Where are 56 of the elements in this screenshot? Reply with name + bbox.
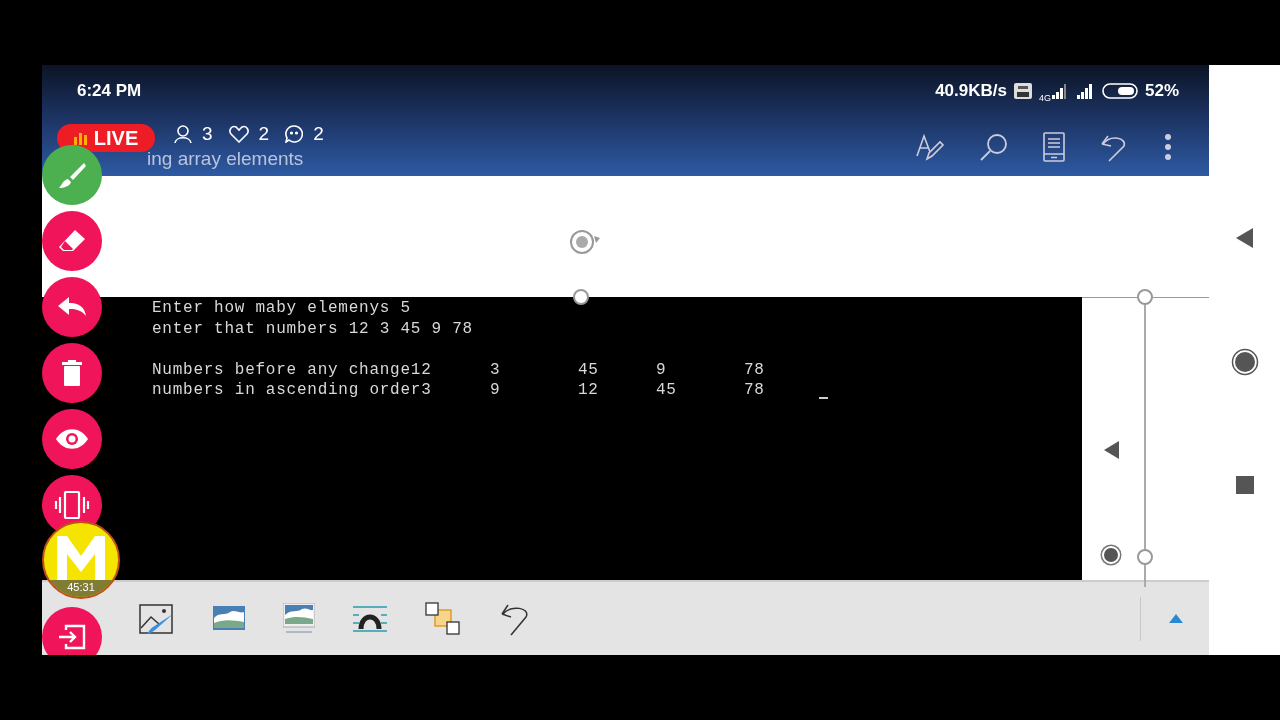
picture-icon[interactable]: [213, 605, 245, 632]
document-title: ing array elements: [147, 147, 304, 170]
more-icon[interactable]: [1163, 131, 1173, 162]
console-text: Numbers before any change12: [152, 359, 432, 380]
console-number: 45: [656, 380, 677, 401]
exit-icon: [58, 624, 86, 650]
console-number: 9: [656, 359, 667, 380]
search-icon[interactable]: [979, 131, 1009, 162]
heart-icon: [228, 125, 249, 143]
brush-icon: [58, 161, 86, 189]
signal-icon: [1051, 83, 1068, 99]
picture-caption-icon[interactable]: [283, 602, 315, 635]
person-icon: [174, 125, 192, 143]
console-line: enter that numbers 12 3 45 9 78: [152, 318, 473, 339]
network-speed: 40.9KB/s: [935, 81, 1007, 101]
recents-icon[interactable]: [1235, 476, 1254, 494]
anchor-handle[interactable]: [1102, 546, 1120, 564]
console-number: 9: [490, 380, 501, 401]
console-text: numbers in ascending order3: [152, 380, 432, 401]
battery-icon: [1101, 83, 1138, 99]
network-type: 4G: [1038, 93, 1051, 103]
text-wrap-icon[interactable]: [353, 604, 387, 633]
eye-icon: [56, 429, 88, 449]
eraser-icon: [58, 228, 86, 254]
volte-icon: [1013, 83, 1032, 99]
home-icon[interactable]: [1230, 348, 1259, 376]
console-number: 3: [490, 359, 501, 380]
collapse-arrow-icon[interactable]: [1104, 441, 1120, 459]
console-number: 78: [744, 359, 765, 380]
trash-icon: [62, 360, 82, 386]
undo-icon: [57, 297, 87, 317]
document-icon[interactable]: [1043, 131, 1065, 162]
expand-arrow-icon[interactable]: [1169, 614, 1183, 623]
floating-button[interactable]: [42, 145, 102, 205]
stat-count: 2: [258, 123, 270, 145]
back-icon[interactable]: [1235, 228, 1254, 248]
resize-handle[interactable]: [1137, 549, 1153, 565]
text-cursor: [819, 397, 828, 399]
resize-handle[interactable]: [573, 289, 589, 305]
console-number: 45: [578, 359, 599, 380]
battery-percent: 52%: [1144, 81, 1179, 101]
console-number: 78: [744, 380, 765, 401]
arrange-icon[interactable]: [425, 601, 461, 636]
console-number: 12: [578, 380, 599, 401]
chat-face-icon: [285, 125, 304, 143]
status-time: 6:24 PM: [77, 81, 142, 101]
stat-count: 2: [313, 123, 324, 145]
resize-handle[interactable]: [1137, 289, 1153, 305]
signal-icon: [1074, 83, 1095, 99]
picture-edit-icon[interactable]: [139, 601, 175, 636]
bars-icon: [73, 131, 88, 145]
live-label: LIVE: [93, 126, 139, 150]
vibrate-icon: [54, 491, 90, 519]
console-line: Enter how maby elemenys 5: [152, 298, 411, 319]
floating-button[interactable]: [42, 277, 102, 337]
stat-count: 3: [202, 123, 213, 145]
